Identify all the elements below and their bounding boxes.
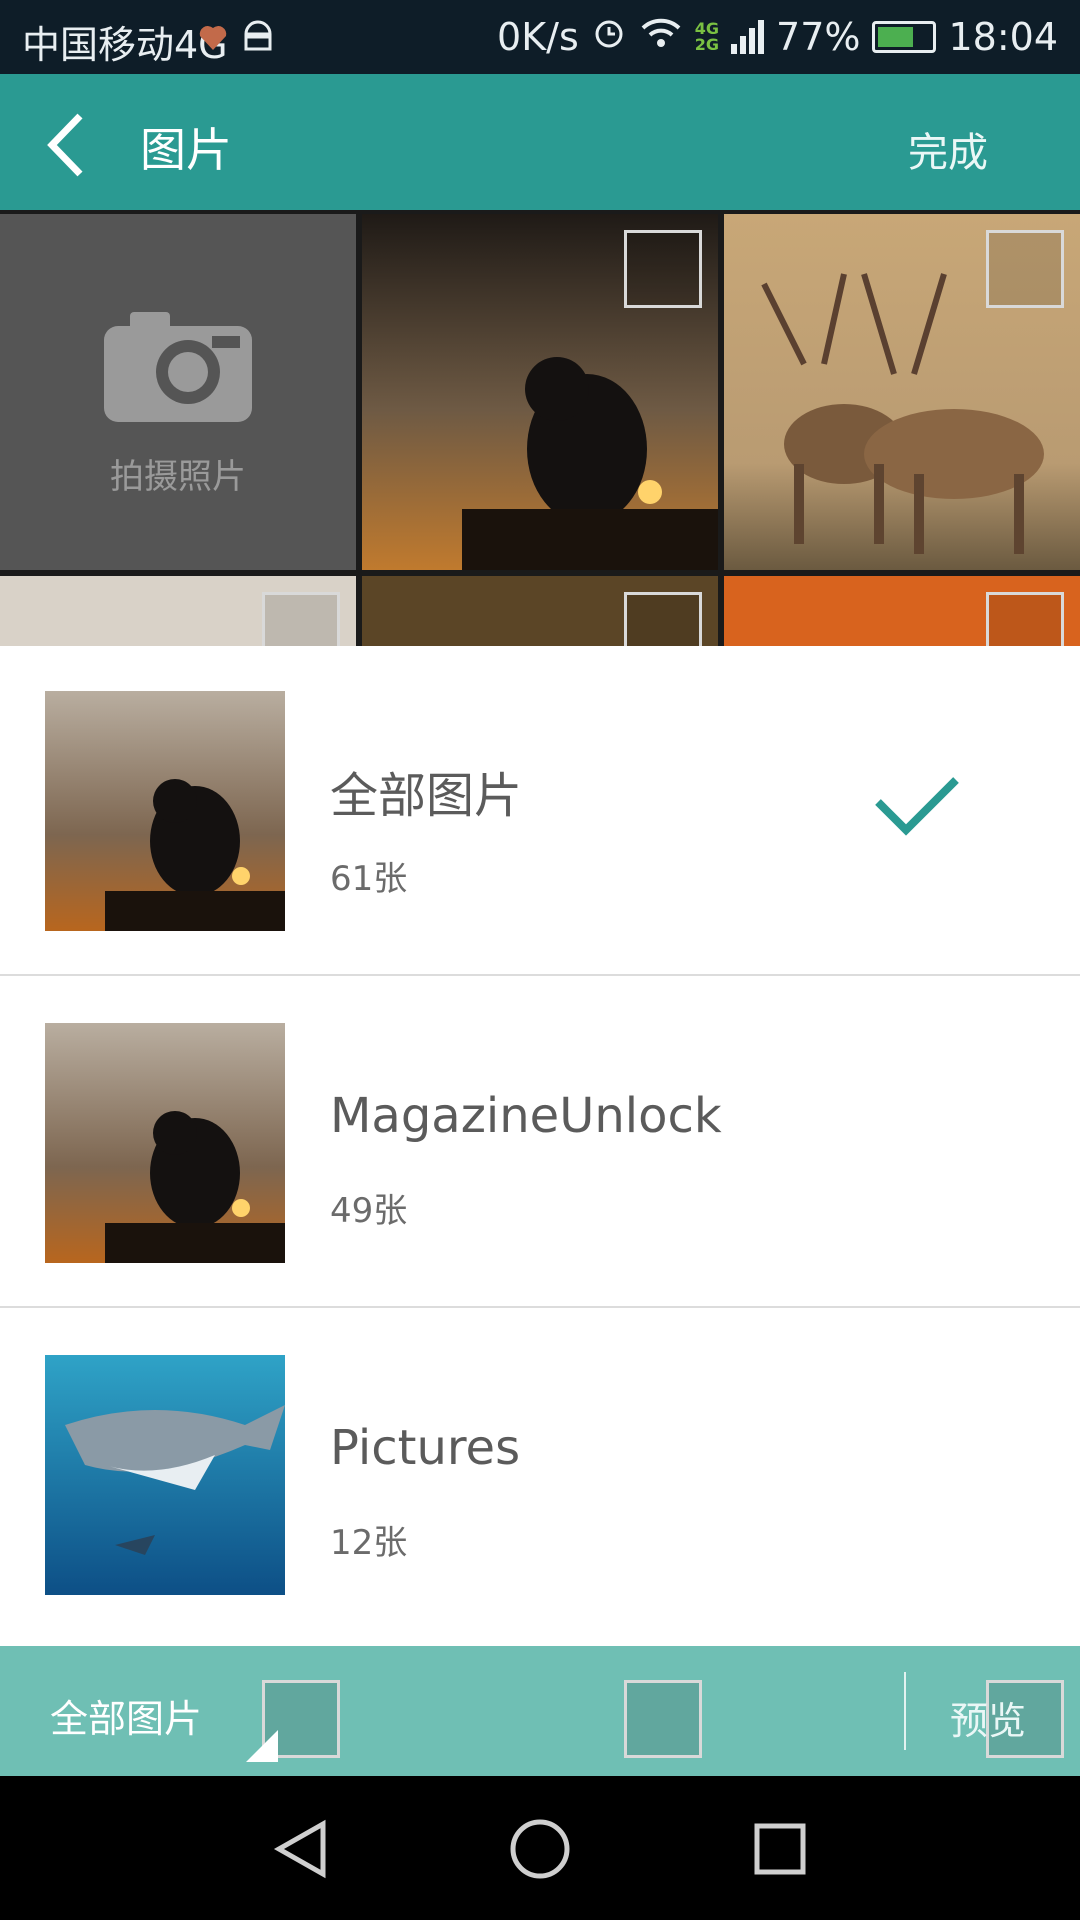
album-row-all[interactable]: 全部图片 61张 — [0, 646, 1080, 976]
divider — [904, 1672, 906, 1750]
album-list: 全部图片 61张 MagazineUnlock 49张 Pictures 12张 — [0, 646, 1080, 1646]
camera-tile[interactable]: 拍摄照片 — [0, 214, 356, 570]
title-bar: 图片 完成 — [0, 74, 1080, 210]
done-button[interactable]: 完成 — [908, 120, 988, 178]
divider — [0, 1306, 1080, 1308]
album-thumbnail — [45, 1355, 285, 1595]
camera-label: 拍摄照片 — [110, 457, 246, 497]
back-icon[interactable] — [42, 110, 102, 180]
divider — [0, 974, 1080, 976]
album-thumbnail — [45, 1023, 285, 1263]
album-thumbnail — [45, 691, 285, 931]
battery-icon — [872, 20, 937, 53]
android-icon — [240, 18, 276, 54]
album-count: 12张 — [330, 1523, 408, 1563]
album-name: Pictures — [330, 1420, 521, 1476]
alarm-icon — [591, 14, 627, 59]
status-right: 0K/s 4G 2G 77% 18:04 — [497, 14, 1058, 59]
wifi-icon — [639, 14, 683, 59]
album-count: 61张 — [330, 859, 408, 899]
speed-label: 0K/s — [497, 14, 579, 59]
photo-tile-portal[interactable] — [724, 576, 1080, 670]
home-nav-icon[interactable] — [505, 1814, 575, 1884]
preview-button[interactable]: 预览 — [950, 1690, 1026, 1745]
photo-grid: 拍摄照片 — [0, 210, 1080, 670]
photo-checkbox[interactable] — [624, 230, 702, 308]
battery-percent: 77% — [776, 14, 861, 59]
photo-checkbox[interactable] — [624, 1680, 702, 1758]
album-count: 49张 — [330, 1191, 408, 1231]
photo-tile-tree[interactable] — [0, 576, 356, 670]
camera-icon — [100, 310, 256, 430]
dropdown-triangle-icon — [246, 1730, 278, 1762]
page-title: 图片 — [140, 123, 232, 177]
recents-nav-icon[interactable] — [745, 1814, 815, 1884]
album-name: MagazineUnlock — [330, 1088, 722, 1144]
heart-icon — [196, 20, 230, 54]
signal-icon — [731, 19, 765, 54]
album-row-magazineunlock[interactable]: MagazineUnlock 49张 — [0, 978, 1080, 1308]
network-bottom-label: 2G — [694, 34, 720, 54]
album-name: 全部图片 — [330, 768, 523, 824]
status-bar: 中国移动4G 0K/s 4G 2G 77% 18:04 — [0, 0, 1080, 74]
check-icon — [872, 772, 962, 842]
album-selector[interactable]: 全部图片 — [50, 1688, 202, 1743]
back-nav-icon[interactable] — [265, 1814, 335, 1884]
clock: 18:04 — [948, 14, 1058, 59]
photo-tile-cat[interactable] — [362, 214, 718, 570]
navigation-bar — [0, 1776, 1080, 1920]
photo-tile-deer[interactable] — [724, 214, 1080, 570]
network-type: 4G 2G — [694, 20, 720, 54]
photo-checkbox[interactable] — [986, 230, 1064, 308]
album-row-pictures[interactable]: Pictures 12张 — [0, 1310, 1080, 1640]
photo-tile-doorway[interactable] — [362, 576, 718, 670]
bottom-bar: 全部图片 预览 — [0, 1646, 1080, 1776]
